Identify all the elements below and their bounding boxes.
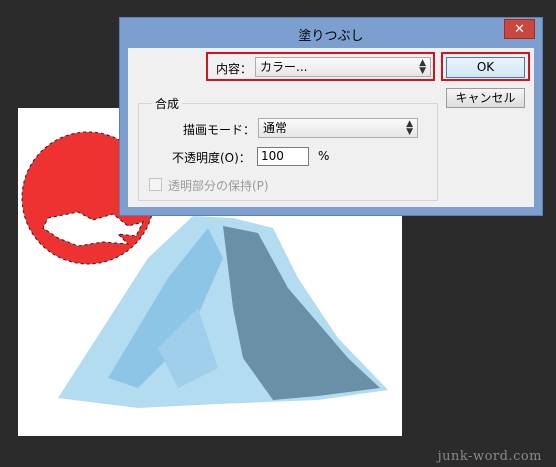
opacity-input[interactable]: 100 (257, 147, 309, 166)
blending-title: 合成 (152, 95, 183, 112)
site-watermark: junk-word.com (437, 449, 542, 464)
chevron-updown-icon: ▲ ▼ (419, 58, 426, 76)
dialog-titlebar[interactable]: 塗りつぶし ✕ (120, 18, 542, 48)
mode-value: 通常 (263, 121, 288, 135)
dialog-title: 塗りつぶし (298, 29, 364, 44)
contents-label: 内容： (216, 62, 253, 76)
close-icon: ✕ (514, 22, 525, 37)
mode-label: 描画モード： (183, 123, 256, 137)
contents-select[interactable]: カラー... ▲ ▼ (255, 57, 431, 77)
cancel-button[interactable]: キャンセル (446, 88, 525, 108)
chevron-updown-icon: ▲ ▼ (406, 119, 413, 137)
opacity-label: 不透明度(O)： (172, 151, 251, 165)
contents-value: カラー... (260, 60, 308, 74)
fill-dialog: 塗りつぶし ✕ 内容： カラー... ▲ ▼ OK キャンセル 合成 描画モード：… (120, 18, 542, 215)
ok-button[interactable]: OK (446, 57, 525, 78)
opacity-unit: % (318, 149, 330, 163)
preserve-transparency-checkbox[interactable] (149, 178, 162, 191)
close-button[interactable]: ✕ (504, 19, 535, 39)
dialog-body: 内容： カラー... ▲ ▼ OK キャンセル 合成 描画モード： 通常 ▲ ▼ 不… (128, 48, 534, 207)
preserve-transparency-label: 透明部分の保持(P) (168, 179, 269, 193)
mode-select[interactable]: 通常 ▲ ▼ (258, 118, 418, 138)
